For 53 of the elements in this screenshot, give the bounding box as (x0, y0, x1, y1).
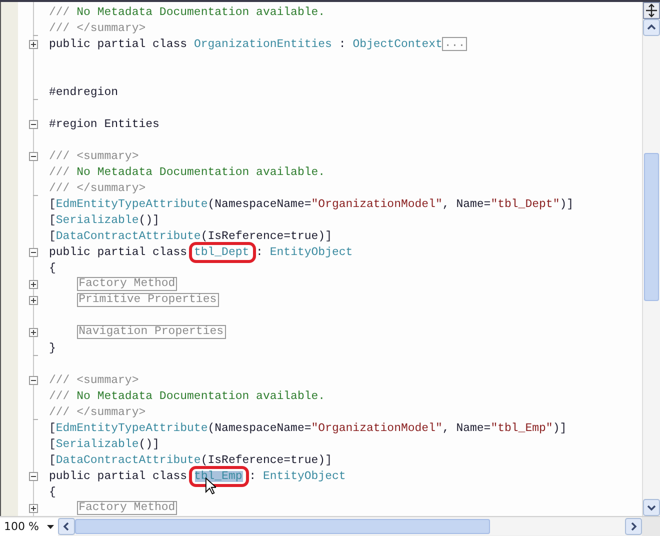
scrollbar-thumb[interactable] (75, 519, 490, 534)
code-line: /// <summary> (49, 150, 139, 162)
code-line: /// No Metadata Documentation available. (49, 6, 326, 18)
code-line: /// <summary> (49, 374, 139, 386)
horizontal-scrollbar[interactable] (58, 518, 642, 535)
collapse-icon[interactable] (29, 248, 38, 256)
fold-end-marker (33, 355, 38, 356)
expand-icon[interactable] (29, 40, 38, 48)
expand-icon[interactable] (29, 328, 38, 336)
code-line: #endregion (49, 86, 118, 98)
code-line: [Serializable()] (49, 438, 160, 450)
fold-end-marker (33, 419, 38, 420)
code-line: /// No Metadata Documentation available. (49, 166, 326, 178)
code-line: /// </summary> (49, 22, 146, 34)
split-handle-icon[interactable] (643, 2, 660, 19)
fold-end-marker (33, 195, 38, 196)
code-line: [EdmEntityTypeAttribute(NamespaceName="OrganizationModel", Name="tbl_Emp")] (49, 422, 567, 434)
caret-icon (47, 524, 54, 528)
code-line: } (49, 342, 56, 354)
scroll-up-icon[interactable] (643, 19, 660, 36)
collapse-icon[interactable] (29, 472, 38, 480)
fold-end-marker (33, 35, 38, 36)
expand-icon[interactable] (29, 280, 38, 288)
collapsed-region[interactable]: Factory Method (76, 277, 178, 291)
expand-icon[interactable] (29, 296, 38, 304)
code-line: public partial class tbl_Emp : EntityObject (49, 470, 346, 482)
fold-end-marker (33, 99, 38, 100)
code-line: [Serializable()] (49, 214, 160, 226)
collapsed-region[interactable]: Navigation Properties (76, 325, 226, 339)
scroll-right-icon[interactable] (625, 518, 642, 535)
collapsed-region[interactable]: ... (442, 37, 468, 51)
code-line: [DataContractAttribute(IsReference=true)] (49, 230, 332, 242)
scroll-left-icon[interactable] (58, 518, 75, 535)
expand-icon[interactable] (29, 504, 38, 512)
code-line: [EdmEntityTypeAttribute(NamespaceName="OrganizationModel", Name="tbl_Dept")] (49, 198, 574, 210)
collapsed-region[interactable]: Primitive Properties (76, 293, 219, 307)
code-line: public partial class tbl_Dept : EntityObject (49, 246, 353, 258)
collapse-icon[interactable] (29, 120, 38, 128)
zoom-dropdown[interactable]: 100 % (0, 518, 58, 536)
code-line: { (49, 486, 56, 498)
code-line: #region Entities (49, 118, 160, 130)
code-line: /// </summary> (49, 406, 146, 418)
vertical-scrollbar[interactable] (642, 2, 660, 516)
code-line: public partial class OrganizationEntities : ObjectContext (49, 38, 442, 50)
collapsed-region[interactable]: Factory Method (76, 501, 178, 515)
scroll-down-icon[interactable] (643, 499, 660, 516)
collapse-icon[interactable] (29, 376, 38, 384)
collapse-icon[interactable] (29, 152, 38, 160)
code-line: [DataContractAttribute(IsReference=true)] (49, 454, 332, 466)
code-line: /// No Metadata Documentation available. (49, 390, 326, 402)
code-line: /// </summary> (49, 182, 146, 194)
code-line: { (49, 262, 56, 274)
scrollbar-thumb[interactable] (644, 153, 659, 301)
